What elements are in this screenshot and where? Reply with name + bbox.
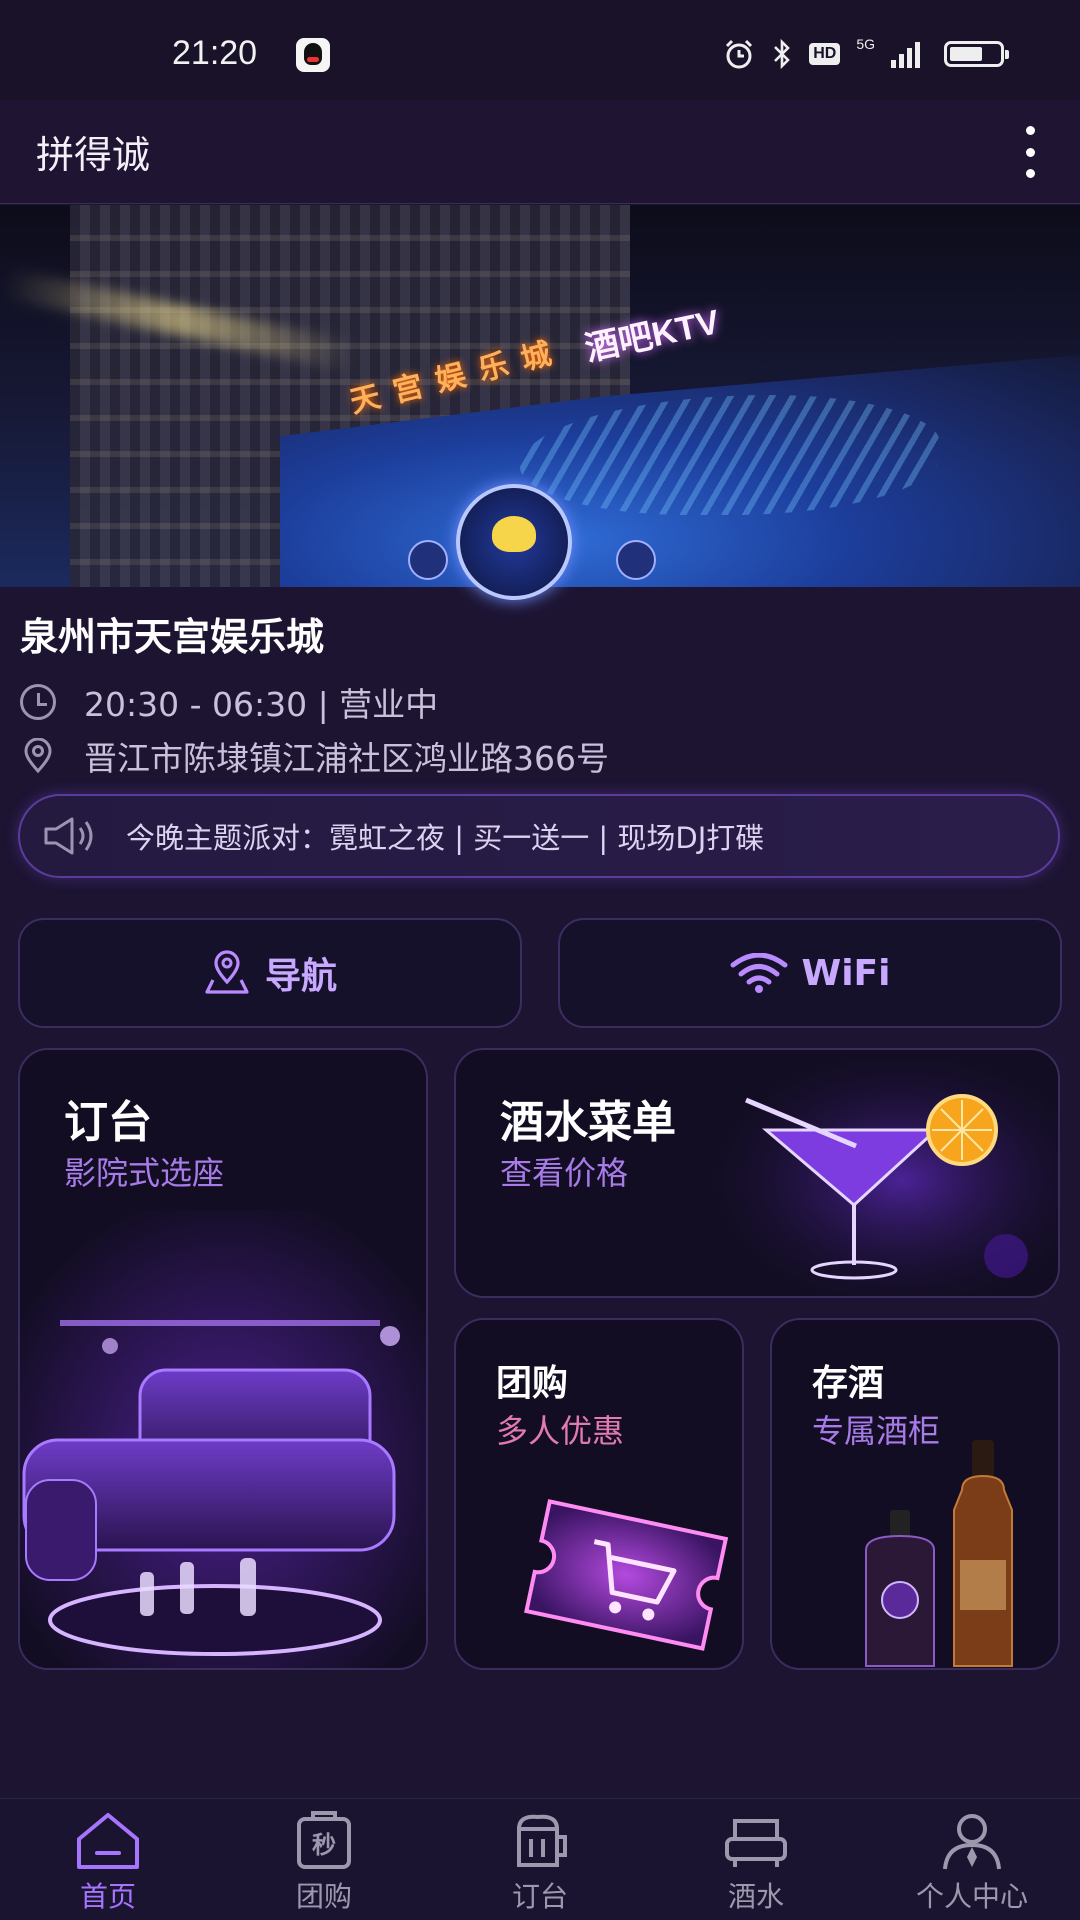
network-label: 5G <box>856 36 875 52</box>
sofa-icon <box>725 1819 787 1867</box>
tab-group-buy[interactable]: 秒 团购 <box>216 1799 432 1920</box>
wifi-icon <box>730 953 787 993</box>
battery-icon <box>944 41 1009 67</box>
booking-subtitle: 影院式选座 <box>64 1154 225 1192</box>
group-buy-subtitle: 多人优惠 <box>496 1412 625 1450</box>
venue-address: 晋江市陈埭镇江浦社区鸿业路366号 <box>84 739 609 778</box>
signal-icon <box>891 40 920 68</box>
wine-storage-title: 存酒 <box>812 1363 885 1404</box>
cocktail-illustration <box>706 1060 1058 1296</box>
drinks-menu-subtitle: 查看价格 <box>500 1154 629 1192</box>
tab-home[interactable]: 首页 <box>0 1799 216 1920</box>
wine-storage-card[interactable]: 存酒 专属酒柜 <box>770 1318 1060 1670</box>
group-buy-card[interactable]: 团购 多人优惠 <box>454 1318 744 1670</box>
app-bar: 拼得诚 <box>0 100 1080 204</box>
bottom-tab-bar: 首页 秒 团购 订台 酒水 个人中心 <box>0 1798 1080 1920</box>
status-icons: HD 5G <box>723 36 1009 72</box>
wifi-label: WiFi <box>801 952 891 994</box>
wifi-button[interactable]: WiFi <box>558 918 1062 1028</box>
drinks-menu-card[interactable]: 酒水菜单 查看价格 <box>454 1048 1060 1298</box>
group-buy-title: 团购 <box>496 1363 569 1404</box>
more-vertical-icon[interactable] <box>1010 122 1050 182</box>
booking-card[interactable]: 订台 影院式选座 <box>18 1048 428 1670</box>
svg-text:秒: 秒 <box>312 1831 336 1859</box>
shopping-cart-ticket-illustration <box>524 1499 729 1651</box>
business-hours: 20:30 - 06:30 | 营业中 <box>84 685 439 724</box>
tab-drinks[interactable]: 酒水 <box>648 1799 864 1920</box>
navigate-button[interactable]: 导航 <box>18 918 522 1028</box>
speaker-icon <box>44 817 93 855</box>
tab-profile[interactable]: 个人中心 <box>864 1799 1080 1920</box>
alarm-icon <box>726 39 753 69</box>
hd-icon: HD <box>809 43 841 65</box>
navigation-pin-icon <box>205 950 249 994</box>
announcement-text: 今晚主题派对：霓虹之夜 | 买一送一 | 现场DJ打碟 <box>126 821 765 855</box>
hours-row: 20:30 - 06:30 | 营业中 <box>20 678 438 726</box>
tab-profile-label: 个人中心 <box>915 1880 1028 1913</box>
sofa-illustration <box>20 1210 426 1668</box>
tab-group-buy-label: 团购 <box>295 1880 352 1913</box>
venue-name: 泉州市天宫娱乐城 <box>20 615 325 659</box>
address-row: 晋江市陈埭镇江浦社区鸿业路366号 <box>20 732 609 780</box>
status-time: 21:20 <box>172 34 258 72</box>
tab-home-label: 首页 <box>79 1880 136 1913</box>
announcement-bar[interactable]: 今晚主题派对：霓虹之夜 | 买一送一 | 现场DJ打碟 <box>18 794 1060 878</box>
tab-booking[interactable]: 订台 <box>432 1799 648 1920</box>
navigate-label: 导航 <box>264 956 337 997</box>
venue-logo-small <box>408 540 448 580</box>
location-pin-icon <box>24 738 52 774</box>
home-icon <box>77 1813 139 1869</box>
tab-drinks-label: 酒水 <box>727 1880 784 1913</box>
flash-sale-icon: 秒 <box>297 1811 351 1869</box>
bluetooth-icon <box>774 38 791 70</box>
tab-booking-label: 订台 <box>511 1880 568 1913</box>
clock-icon <box>20 684 56 720</box>
table-icon <box>517 1814 567 1867</box>
status-bar: 21:20 HD 5G <box>0 0 1080 100</box>
qq-icon <box>296 38 330 72</box>
app-title: 拼得诚 <box>36 133 151 177</box>
drinks-menu-title: 酒水菜单 <box>500 1097 676 1148</box>
user-icon <box>943 1814 1001 1870</box>
venue-logo-small <box>616 540 656 580</box>
venue-logo <box>456 484 572 600</box>
liquor-bottles-illustration <box>865 1440 1013 1667</box>
wine-storage-subtitle: 专属酒柜 <box>812 1412 941 1450</box>
booking-title: 订台 <box>64 1097 152 1148</box>
